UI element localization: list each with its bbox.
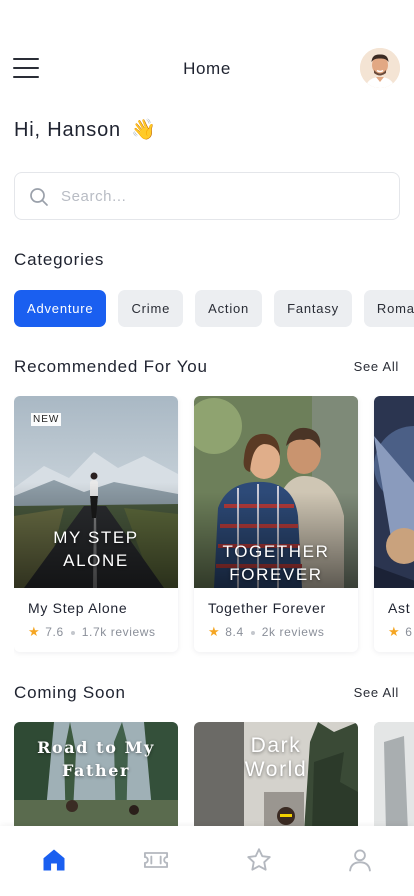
waving-hand-emoji: 👋 [131, 119, 157, 141]
book-reviews: 2k reviews [261, 625, 325, 639]
book-rating: 7.6 [45, 625, 64, 639]
search-bar[interactable] [14, 172, 400, 220]
tab-favorites[interactable] [239, 846, 279, 876]
coming-soon-card-dark-world[interactable]: Dark World [194, 722, 358, 826]
book-cover [374, 396, 414, 588]
categories-title: Categories [14, 250, 105, 269]
coming-soon-title: Coming Soon [14, 683, 126, 702]
user-avatar[interactable] [360, 48, 400, 88]
cover-title: TOGETHER FOREVER [222, 542, 330, 584]
meta-separator [250, 630, 255, 635]
book-reviews: 1.7k reviews [81, 625, 156, 639]
ticket-icon [143, 852, 169, 868]
category-chips: Adventure Crime Action Fantasy Romance [14, 290, 414, 327]
cover-title: Dark World [244, 734, 308, 781]
bottom-tab-bar [0, 826, 414, 896]
star-icon [247, 848, 271, 871]
profile-icon [349, 849, 371, 872]
meta-separator [70, 630, 75, 635]
home-icon [43, 849, 65, 871]
coming-soon-see-all-link[interactable]: See All [354, 685, 399, 700]
book-cover: NEW MY STEP ALONE [14, 396, 178, 588]
page-title: Home [183, 59, 231, 78]
book-meta: ★ 7.6 1.7k reviews [28, 624, 178, 640]
coming-soon-card-road-to-my-father[interactable]: Road to My Father [14, 722, 178, 826]
cover-title: MY STEP ALONE [53, 528, 139, 570]
book-rating: 6 [405, 625, 413, 639]
rating-star-icon: ★ [208, 624, 221, 639]
category-chip-fantasy[interactable]: Fantasy [274, 290, 352, 327]
category-chip-adventure[interactable]: Adventure [14, 290, 107, 327]
book-card-partial[interactable]: Ast ★ 6 [374, 396, 414, 652]
recommended-see-all-link[interactable]: See All [354, 359, 399, 374]
rating-star-icon: ★ [388, 624, 401, 639]
book-meta: ★ 8.4 2k reviews [208, 624, 358, 640]
tab-profile[interactable] [340, 846, 380, 876]
coming-soon-card-partial[interactable] [374, 722, 414, 826]
search-icon [30, 188, 48, 206]
category-chip-romance[interactable]: Romance [363, 290, 414, 327]
book-title: Together Forever [208, 600, 326, 616]
book-meta: ★ 6 [388, 624, 414, 640]
tab-tickets[interactable] [136, 846, 176, 876]
tab-home[interactable] [34, 846, 74, 876]
book-rating: 8.4 [225, 625, 244, 639]
recommended-list: NEW MY STEP ALONE My Step Alone ★ 7.6 1.7k… [14, 396, 414, 658]
rating-star-icon: ★ [28, 624, 41, 639]
book-card-my-step-alone[interactable]: NEW MY STEP ALONE My Step Alone ★ 7.6 1.7k… [14, 396, 178, 652]
book-title: My Step Alone [28, 600, 128, 616]
category-chip-crime[interactable]: Crime [118, 290, 184, 327]
coming-soon-list: Road to My Father Dark World [14, 722, 414, 826]
search-input[interactable] [61, 173, 381, 219]
app-header: Home [0, 46, 414, 90]
category-chip-action[interactable]: Action [195, 290, 263, 327]
book-card-together-forever[interactable]: TOGETHER FOREVER Together Forever ★ 8.4 2k… [194, 396, 358, 652]
recommended-title: Recommended For You [14, 357, 208, 376]
book-cover: TOGETHER FOREVER [194, 396, 358, 588]
greeting-text: Hi, Hanson [14, 119, 121, 141]
book-title: Ast [388, 600, 411, 616]
cover-title: Road to My Father [37, 738, 155, 780]
new-badge: NEW [31, 413, 62, 426]
greeting-heading: Hi, Hanson 👋 [14, 117, 157, 142]
